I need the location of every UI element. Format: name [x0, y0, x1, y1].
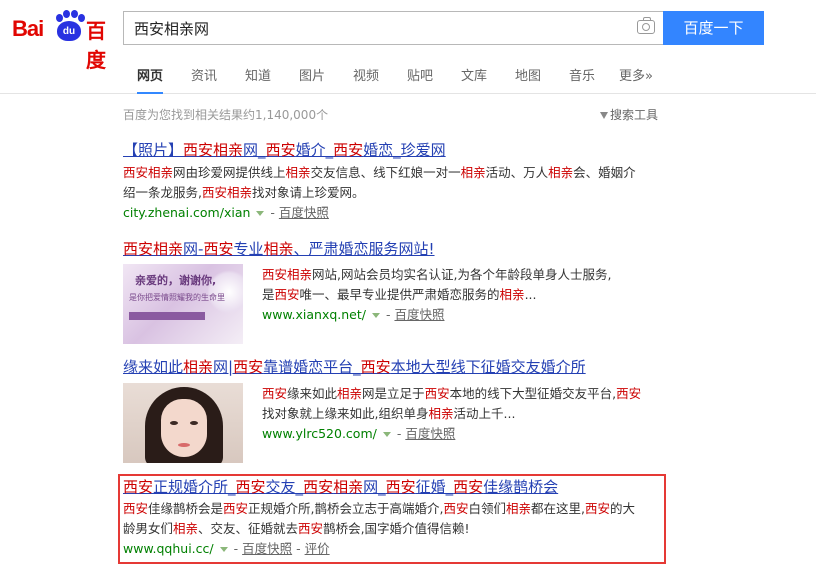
search-result: 【照片】西安相亲网_西安婚介_西安婚恋_珍爱网 西安相亲网由珍爱网提供线上相亲交… [123, 140, 663, 223]
result-url[interactable]: www.ylrc520.com/ [262, 426, 377, 441]
camera-icon[interactable] [637, 17, 655, 34]
result-url-row: www.xianxq.net/- 百度快照 [262, 307, 445, 322]
tab-tieba[interactable]: 贴吧 [407, 65, 433, 94]
result-thumbnail[interactable]: 亲爱的，谢谢你, 是你把爱情照耀我的生命里 [123, 264, 243, 344]
result-title-text[interactable]: 西安相亲网-西安专业相亲、严肃婚恋服务网站! [123, 240, 435, 258]
tab-news[interactable]: 资讯 [191, 65, 217, 94]
filter-icon [600, 112, 608, 119]
result-title-text[interactable]: 【照片】西安相亲网_西安婚介_西安婚恋_珍爱网 [123, 141, 446, 159]
abstract-line: 龄男女们相亲、交友、征婚就去西安鹊桥会,国字婚介值得信赖! [123, 521, 470, 536]
tab-video[interactable]: 视频 [353, 65, 379, 94]
search-input[interactable] [124, 12, 624, 44]
snapshot-link[interactable]: 百度快照 [394, 307, 444, 322]
snapshot-link[interactable]: 百度快照 [242, 541, 292, 556]
result-count: 百度为您找到相关结果约1,140,000个 [123, 108, 329, 122]
tab-more[interactable]: 更多» [619, 65, 653, 94]
thumbnail-caption: 亲爱的，谢谢你, [135, 274, 217, 287]
tab-music[interactable]: 音乐 [569, 65, 595, 94]
header: Bai du 百度 百度一下 [0, 0, 816, 72]
abstract-line: 绍一条龙服务,西安相亲找对象请上珍爱网。 [123, 185, 365, 200]
abstract-line: 西安佳缘鹊桥会是西安正规婚介所,鹊桥会立志于高端婚介,西安白领们相亲都在这里,西… [123, 501, 636, 516]
search-result: 缘来如此相亲网|西安靠谱婚恋平台_西安本地大型线下征婚交友婚介所 [123, 357, 668, 377]
result-title[interactable]: 缘来如此相亲网|西安靠谱婚恋平台_西安本地大型线下征婚交友婚介所 [123, 357, 668, 377]
result-title[interactable]: 西安正规婚介所_西安交友_西安相亲网_西安征婚_西安佳缘鹊桥会 [123, 477, 663, 497]
tab-wenku[interactable]: 文库 [461, 65, 487, 94]
snapshot-link[interactable]: 百度快照 [405, 426, 455, 441]
result-url-row: www.qqhui.cc/- 百度快照 - 评价 [123, 541, 330, 556]
dropdown-icon[interactable] [219, 546, 228, 552]
search-button[interactable]: 百度一下 [663, 11, 764, 45]
result-title-text[interactable]: 缘来如此相亲网|西安靠谱婚恋平台_西安本地大型线下征婚交友婚介所 [123, 358, 586, 376]
logo-text-bai: Bai [12, 16, 44, 41]
result-abstract: 西安相亲网站,网站会员均实名认证,为各个年龄段单身人士服务, 是西安唯一、最早专… [262, 265, 662, 305]
search-tools[interactable]: 搜索工具 [600, 106, 658, 123]
abstract-line: 是西安唯一、最早专业提供严肃婚恋服务的相亲... [262, 287, 537, 302]
tab-images[interactable]: 图片 [299, 65, 325, 94]
result-abstract: 西安缘来如此相亲网是立足于西安本地的线下大型征婚交友平台,西安 找对象就上缘来如… [262, 384, 662, 424]
abstract-line: 西安缘来如此相亲网是立足于西安本地的线下大型征婚交友平台,西安 [262, 386, 642, 401]
result-title-text[interactable]: 西安正规婚介所_西安交友_西安相亲网_西安征婚_西安佳缘鹊桥会 [123, 478, 558, 496]
dropdown-icon[interactable] [256, 210, 265, 216]
result-title[interactable]: 【照片】西安相亲网_西安婚介_西安婚恋_珍爱网 [123, 140, 663, 160]
result-url-row: city.zhenai.com/xian - 百度快照 [123, 205, 329, 220]
result-url[interactable]: www.qqhui.cc/ [123, 541, 214, 556]
search-box [123, 11, 663, 45]
result-thumbnail[interactable] [123, 383, 243, 463]
result-abstract: 西安相亲网由珍爱网提供线上相亲交友信息、线下红娘一对一相亲活动、万人相亲会、婚姻… [123, 163, 663, 203]
baidu-logo[interactable]: Bai du 百度 [12, 10, 117, 72]
thumbnail-subcaption: 是你把爱情照耀我的生命里 [129, 293, 225, 302]
search-result: 西安相亲网-西安专业相亲、严肃婚恋服务网站! [123, 239, 668, 259]
search-tabs: 网页 资讯 知道 图片 视频 贴吧 文库 地图 音乐 更多» [0, 56, 816, 94]
result-abstract-block: 西安相亲网站,网站会员均实名认证,为各个年龄段单身人士服务, 是西安唯一、最早专… [262, 265, 662, 325]
result-abstract-block: 西安缘来如此相亲网是立足于西安本地的线下大型征婚交友平台,西安 找对象就上缘来如… [262, 384, 662, 444]
dropdown-icon[interactable] [371, 312, 380, 318]
result-url[interactable]: city.zhenai.com/xian [123, 205, 250, 220]
review-link[interactable]: 评价 [305, 541, 330, 556]
snapshot-link[interactable]: 百度快照 [279, 205, 329, 220]
abstract-line: 西安相亲网由珍爱网提供线上相亲交友信息、线下红娘一对一相亲活动、万人相亲会、婚姻… [123, 165, 636, 180]
result-url[interactable]: www.xianxq.net/ [262, 307, 366, 322]
tab-map[interactable]: 地图 [515, 65, 541, 94]
result-url-row: www.ylrc520.com/- 百度快照 [262, 426, 456, 441]
abstract-line: 西安相亲网站,网站会员均实名认证,为各个年龄段单身人士服务, [262, 267, 612, 282]
abstract-line: 找对象就上缘来如此,组织单身相亲活动上千... [262, 406, 516, 421]
paw-icon: du [54, 10, 85, 42]
search-tools-label: 搜索工具 [610, 108, 659, 122]
result-title[interactable]: 西安相亲网-西安专业相亲、严肃婚恋服务网站! [123, 239, 668, 259]
result-abstract: 西安佳缘鹊桥会是西安正规婚介所,鹊桥会立志于高端婚介,西安白领们相亲都在这里,西… [123, 499, 663, 539]
dropdown-icon[interactable] [382, 431, 391, 437]
logo-text-du: du [57, 21, 81, 41]
search-result: 西安正规婚介所_西安交友_西安相亲网_西安征婚_西安佳缘鹊桥会 西安佳缘鹊桥会是… [123, 477, 663, 559]
tab-zhidao[interactable]: 知道 [245, 65, 271, 94]
tab-web[interactable]: 网页 [137, 65, 164, 94]
